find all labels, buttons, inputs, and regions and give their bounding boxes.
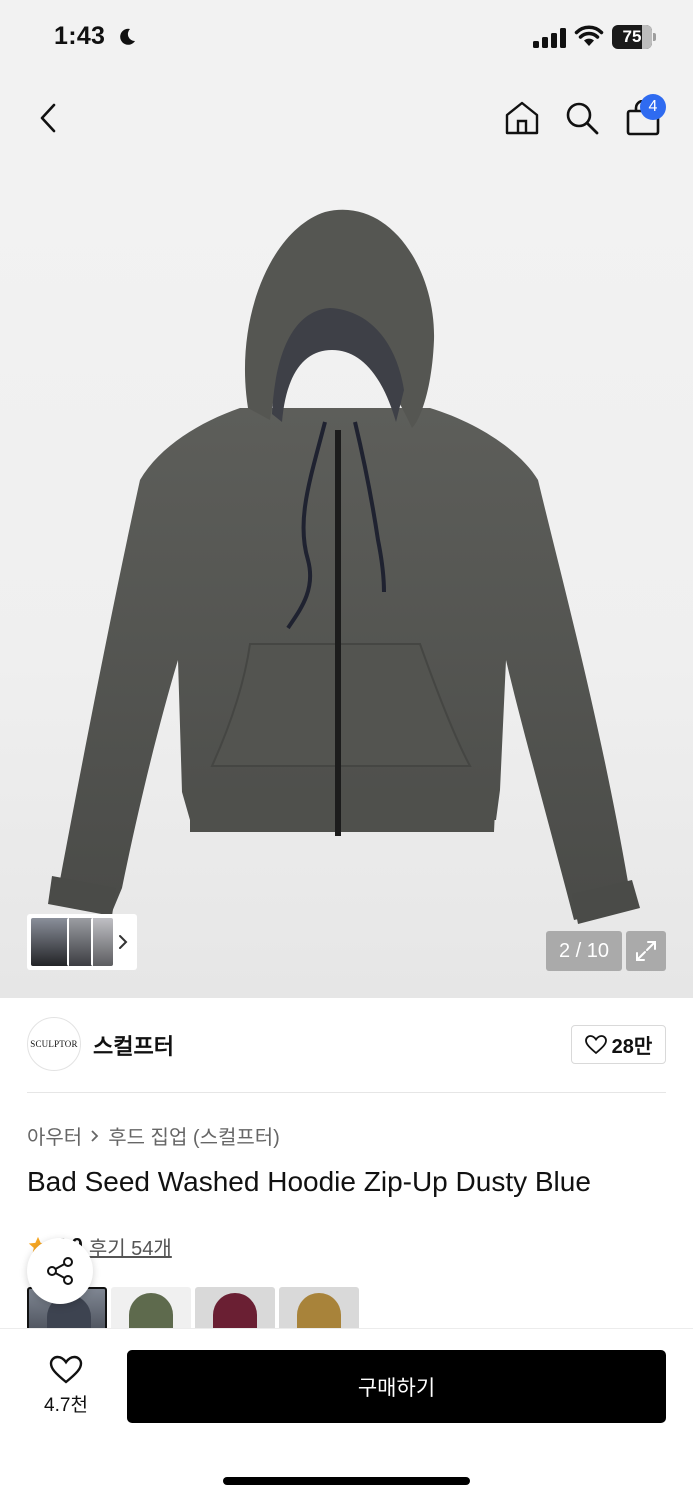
color-options [27,1287,667,1329]
color-option-mustard[interactable] [279,1287,359,1329]
expand-icon [636,941,656,961]
share-button[interactable] [27,1238,93,1304]
search-button[interactable] [560,94,604,142]
cellular-signal-icon [533,28,566,48]
thumbnail-strip[interactable] [27,914,137,970]
breadcrumb-category[interactable]: 아우터 [27,1121,82,1150]
moon-icon [120,28,135,45]
home-icon [505,101,539,135]
cart-count-badge: 4 [640,94,666,120]
wishlist-count: 4.7천 [44,1395,88,1416]
brand-logo-text: SCULPTOR [30,1039,78,1049]
share-icon [47,1257,73,1285]
buy-button[interactable]: 구매하기 [127,1350,666,1423]
brand-row[interactable]: SCULPTOR 스컬프터 28만 [27,1016,666,1072]
chevron-right-icon [119,935,128,949]
home-indicator [223,1477,470,1485]
color-option-olive[interactable] [111,1287,191,1329]
color-option-burgundy[interactable] [195,1287,275,1329]
status-bar: 1:43 75 [0,0,693,76]
brand-like-button[interactable]: 28만 [571,1025,666,1064]
top-navigation [0,76,693,160]
divider [27,1092,666,1093]
brand-like-count: 28만 [611,1036,653,1058]
image-page-counter: 2 / 10 [546,931,622,971]
search-icon [566,102,599,135]
back-button[interactable] [26,94,70,142]
status-time: 1:43 [54,22,106,50]
chevron-right-icon [91,1129,99,1142]
home-button[interactable] [500,94,544,142]
product-image[interactable] [0,160,693,998]
bottom-action-bar: 4.7천 구매하기 [0,1328,693,1500]
thumbnail-image[interactable] [31,918,71,966]
chevron-left-icon [40,103,56,133]
thumbnail-image[interactable] [91,918,113,966]
battery-indicator: 75 [612,25,656,49]
wifi-icon [574,25,604,46]
product-image-gallery[interactable]: 2 / 10 [0,160,693,998]
product-title: Bad Seed Washed Hoodie Zip-Up Dusty Blue [27,1166,591,1197]
breadcrumb-subcategory[interactable]: 후드 집업 (스컬프터) [108,1121,280,1150]
brand-name[interactable]: 스컬프터 [93,1029,174,1061]
wishlist-button[interactable]: 4.7천 [30,1353,102,1419]
breadcrumb: 아우터 후드 집업 (스컬프터) [27,1121,280,1150]
heart-icon [49,1355,83,1384]
battery-level: 75 [622,27,642,46]
review-count-link[interactable]: 후기 54개 [89,1232,172,1261]
brand-logo[interactable]: SCULPTOR [27,1017,81,1071]
heart-icon [584,1034,607,1054]
expand-image-button[interactable] [626,931,666,971]
